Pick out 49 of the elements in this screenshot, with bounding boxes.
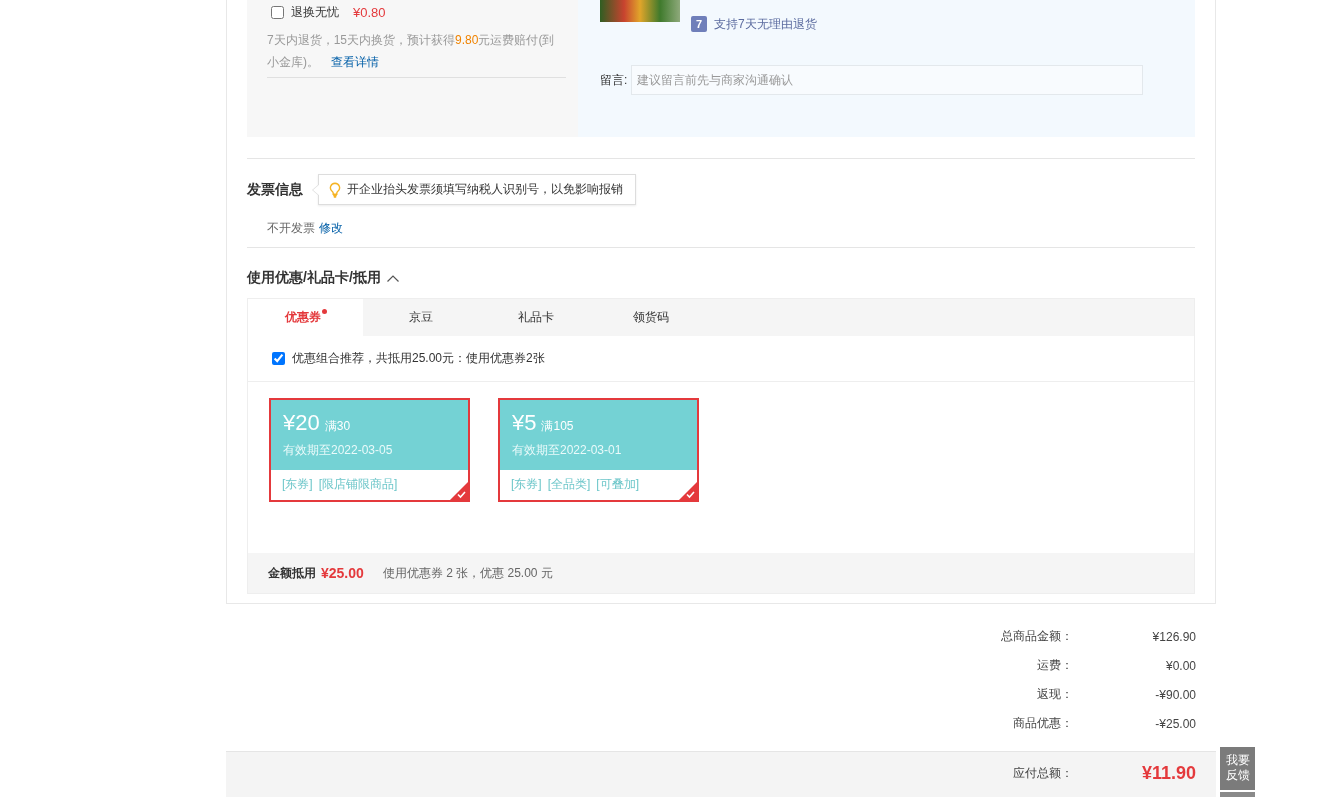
coupon-tag: [限店铺限商品] (318, 470, 398, 500)
edit-invoice-link[interactable]: 修改 (319, 221, 343, 235)
invoice-status-text: 不开发票 (267, 221, 315, 235)
coupon-amount: ¥20 (283, 410, 320, 436)
invoice-tip-text: 开企业抬头发票须填写纳税人识别号，以免影响报销 (347, 181, 623, 198)
summary-label: 总商品金额： (1000, 628, 1073, 645)
summary-label: 商品优惠： (1012, 715, 1073, 732)
note-label: 留言: (600, 72, 629, 89)
return-service-label: 退换无忧 (291, 3, 339, 21)
total-label: 应付总额： (1012, 764, 1073, 782)
coupon-condition: 满105 (541, 418, 574, 435)
view-details-link[interactable]: 查看详情 (331, 55, 379, 69)
invoice-title: 发票信息 (247, 180, 303, 199)
discount-tab[interactable]: 礼品卡 (478, 299, 593, 336)
summary-value: -¥90.00 (1154, 687, 1196, 702)
summary-label: 返现： (1036, 686, 1073, 703)
selected-corner-check-icon (679, 482, 697, 500)
seven-day-badge: 7 (691, 16, 707, 32)
return-policy-text: 7天内退货，15天内换货，预计获得9.80元运费赔付(到小金库)。 查看详情 (267, 32, 556, 71)
coupon-tag: [东券] (282, 470, 313, 500)
note-input-field[interactable]: 建议留言前先与商家沟通确认 (631, 65, 1143, 95)
total-amount: ¥11.90 (1140, 762, 1196, 784)
discount-section-toggle[interactable]: 使用优惠/礼品卡/抵用 (247, 268, 399, 288)
coupon-tag: [全品类] (547, 470, 591, 500)
coupon-tag: [东券] (511, 470, 542, 500)
discount-tab[interactable]: 领货码 (593, 299, 708, 336)
summary-value: ¥126.90 (1151, 629, 1196, 644)
return-service-checkbox[interactable] (271, 5, 284, 19)
summary-value: ¥0.00 (1164, 658, 1196, 673)
deduction-amount: ¥25.00 (321, 565, 364, 581)
summary-value: -¥25.00 (1154, 716, 1196, 731)
summary-label: 运费： (1036, 657, 1073, 674)
deduction-summary-text: 使用优惠券 2 张，优惠 25.00 元 (382, 564, 553, 582)
coupon-tag: [可叠加] (596, 470, 639, 500)
coupon-validity: 有效期至2022-03-01 (512, 442, 623, 459)
coupon-validity: 有效期至2022-03-05 (283, 442, 394, 459)
recommend-text: 优惠组合推荐，共抵用25.00元：使用优惠券2张 (292, 350, 545, 367)
discount-tab[interactable]: 优惠券 (248, 299, 363, 336)
deduction-label: 金额抵用 (268, 564, 316, 582)
recommend-checkbox[interactable] (272, 352, 285, 365)
feedback-button[interactable]: 我要反馈 (1220, 747, 1255, 790)
chevron-up-icon (386, 274, 399, 282)
coupon-amount: ¥5 (512, 410, 537, 436)
return-guarantee-text: 支持7天无理由退货 (714, 15, 817, 33)
selected-corner-check-icon (450, 482, 468, 500)
coupon-condition: 满30 (324, 418, 351, 435)
discount-tab[interactable]: 京豆 (363, 299, 478, 336)
return-service-price: ¥0.80 (353, 4, 386, 20)
lightbulb-icon (329, 181, 341, 198)
